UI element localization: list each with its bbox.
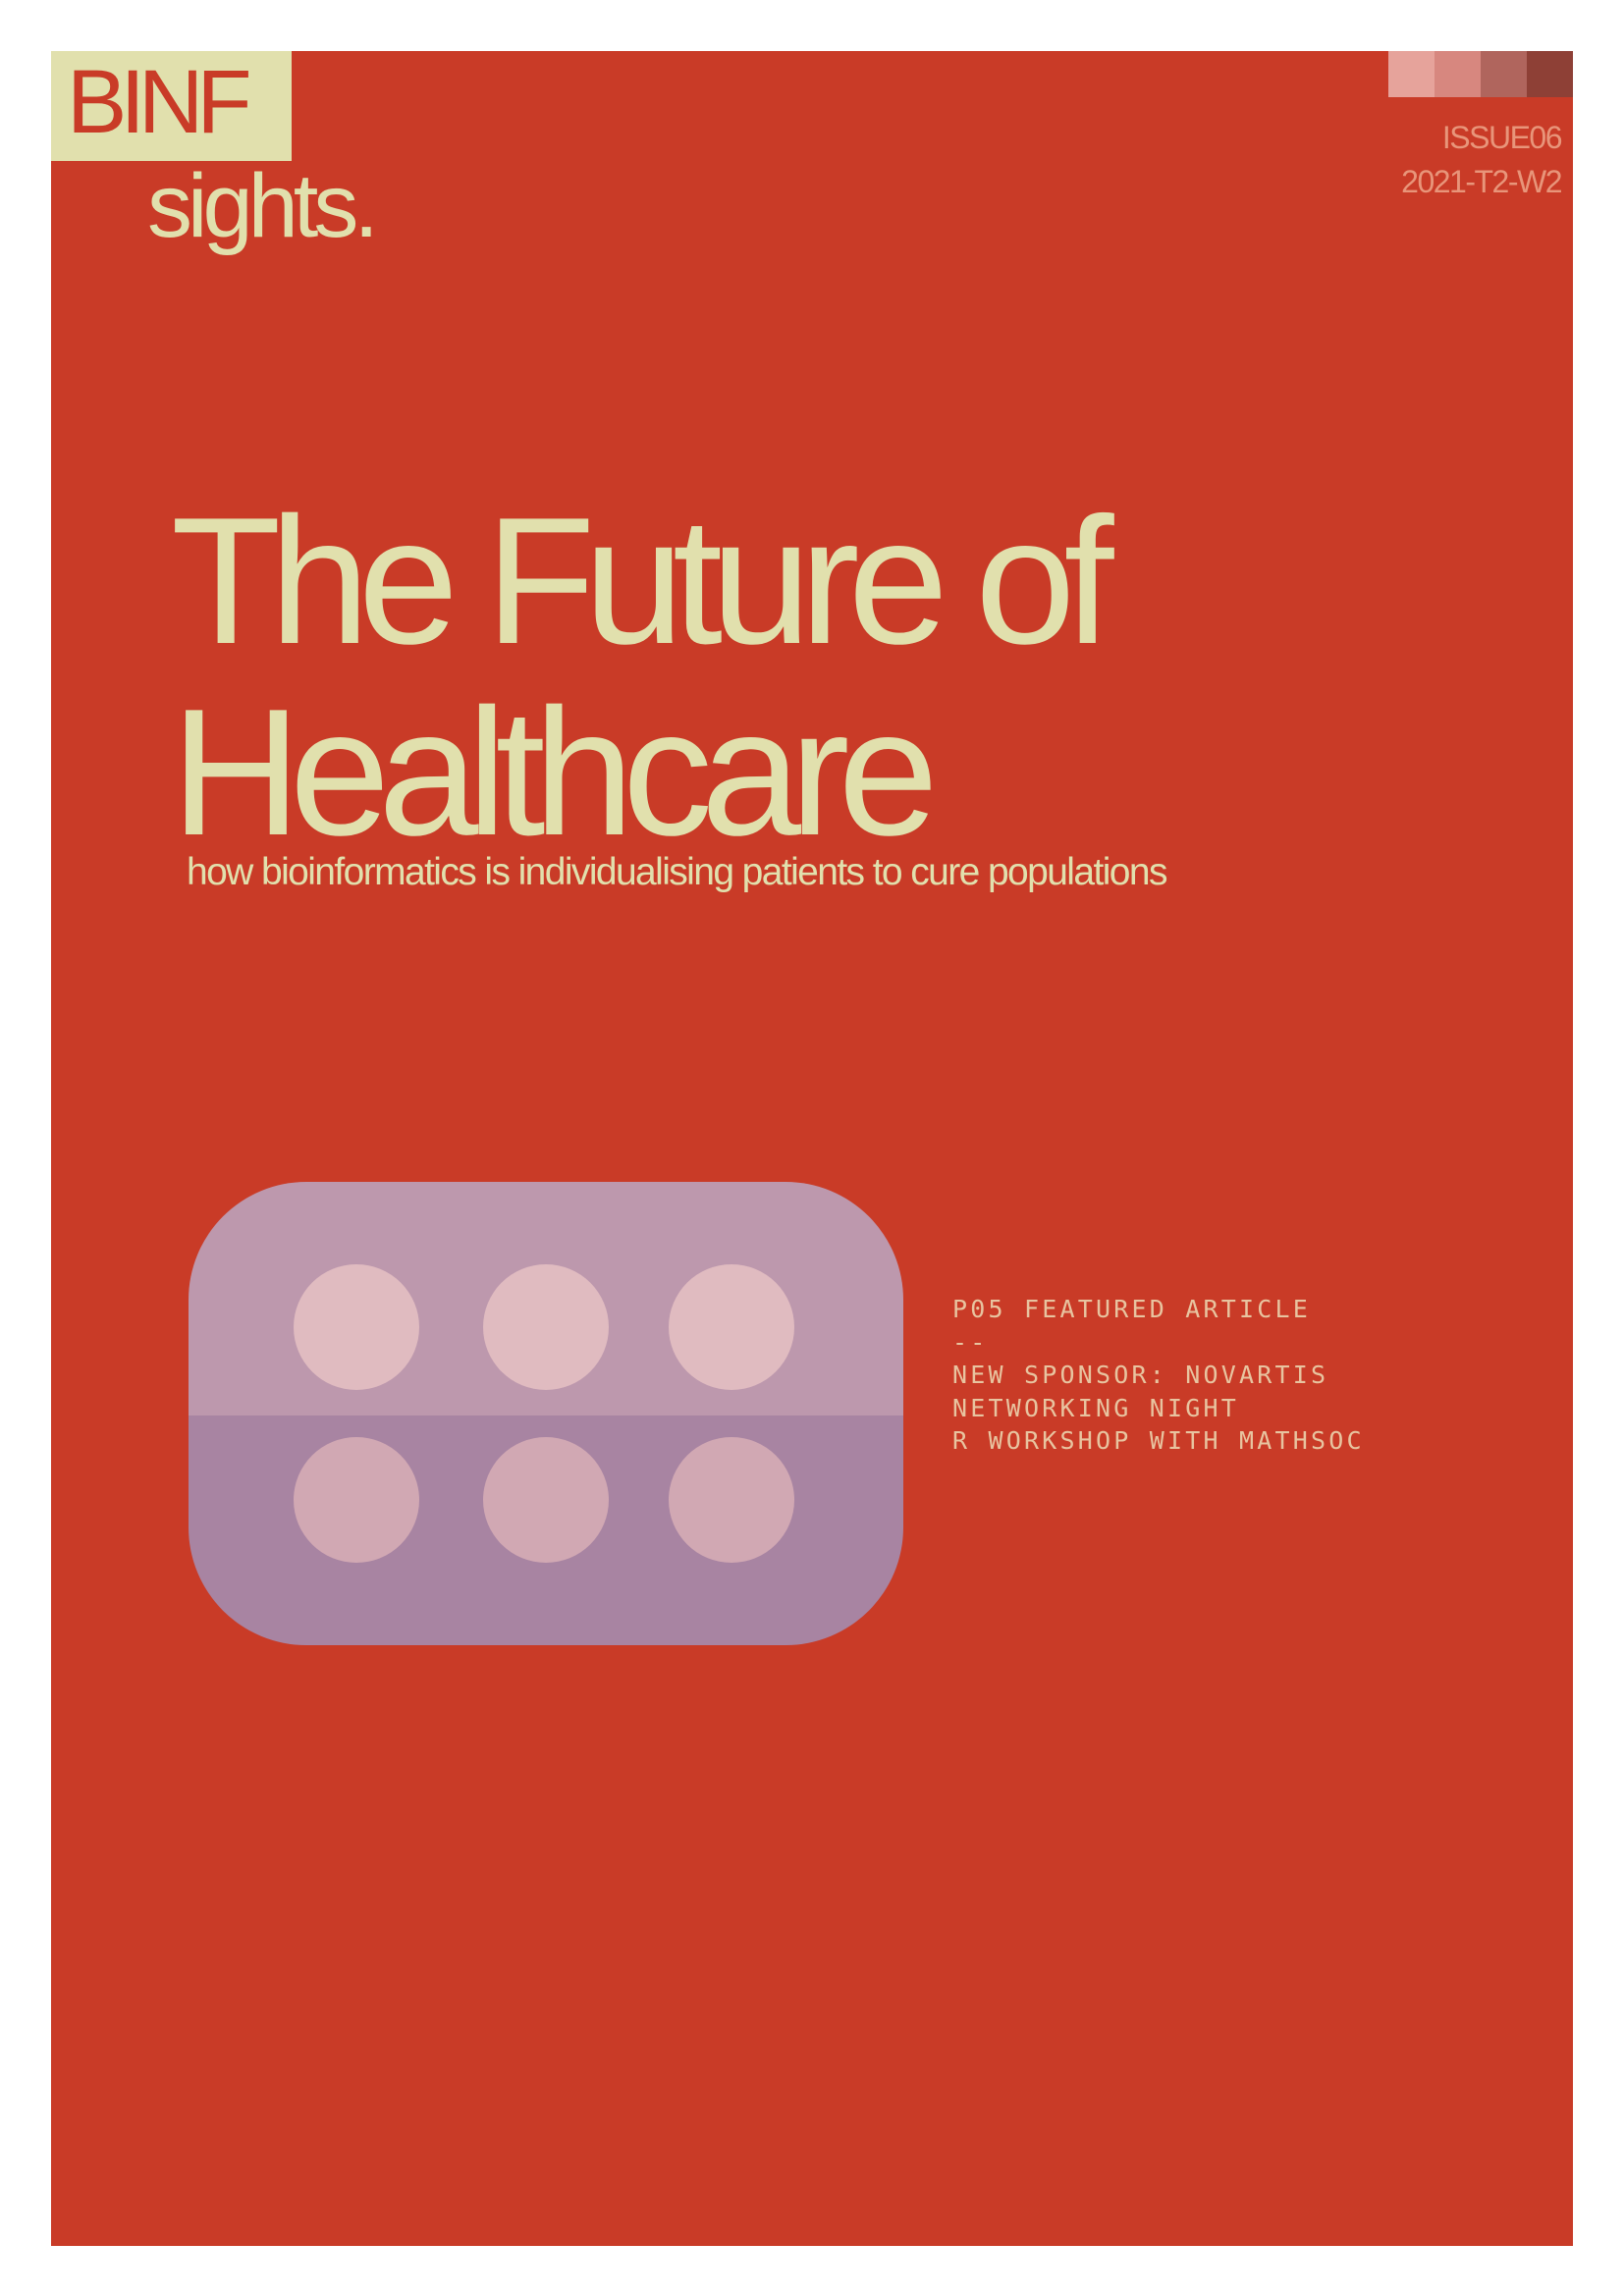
pill-icon bbox=[294, 1264, 419, 1390]
pill-icon bbox=[669, 1264, 794, 1390]
issue-info: ISSUE06 2021-T2-W2 bbox=[1401, 116, 1563, 204]
issue-date: 2021-T2-W2 bbox=[1401, 164, 1562, 199]
contents-item: R WORKSHOP WITH MATHSOC bbox=[952, 1426, 1365, 1455]
headline-line-2: Healthcare bbox=[171, 670, 939, 873]
contents-item: NETWORKING NIGHT bbox=[952, 1393, 1240, 1422]
headline: The Future of Healthcare bbox=[171, 485, 1447, 868]
issue-number: ISSUE06 bbox=[1441, 120, 1563, 155]
logo-box: BINF bbox=[51, 51, 292, 161]
logo-primary: BINF bbox=[67, 52, 252, 152]
swatch bbox=[1527, 51, 1573, 97]
pill-icon bbox=[669, 1437, 794, 1563]
headline-line-1: The Future of bbox=[171, 479, 1114, 681]
color-swatches bbox=[1388, 51, 1573, 97]
swatch bbox=[1388, 51, 1435, 97]
magazine-cover: BINF sights. ISSUE06 2021-T2-W2 The Futu… bbox=[51, 51, 1573, 2246]
pill-icon bbox=[483, 1264, 609, 1390]
contents-divider: -- bbox=[952, 1327, 989, 1357]
contents-list: P05 FEATURED ARTICLE -- NEW SPONSOR: NOV… bbox=[952, 1293, 1365, 1458]
subtitle: how bioinformatics is individualising pa… bbox=[187, 851, 1167, 893]
contents-item: P05 FEATURED ARTICLE bbox=[952, 1295, 1312, 1323]
pill-icon bbox=[483, 1437, 609, 1563]
page: BINF sights. ISSUE06 2021-T2-W2 The Futu… bbox=[0, 0, 1624, 2296]
pill-icon bbox=[294, 1437, 419, 1563]
pill-blister-pack-icon bbox=[189, 1182, 903, 1645]
logo-secondary: sights. bbox=[147, 156, 379, 256]
swatch bbox=[1435, 51, 1481, 97]
swatch bbox=[1481, 51, 1527, 97]
contents-item: NEW SPONSOR: NOVARTIS bbox=[952, 1361, 1329, 1389]
